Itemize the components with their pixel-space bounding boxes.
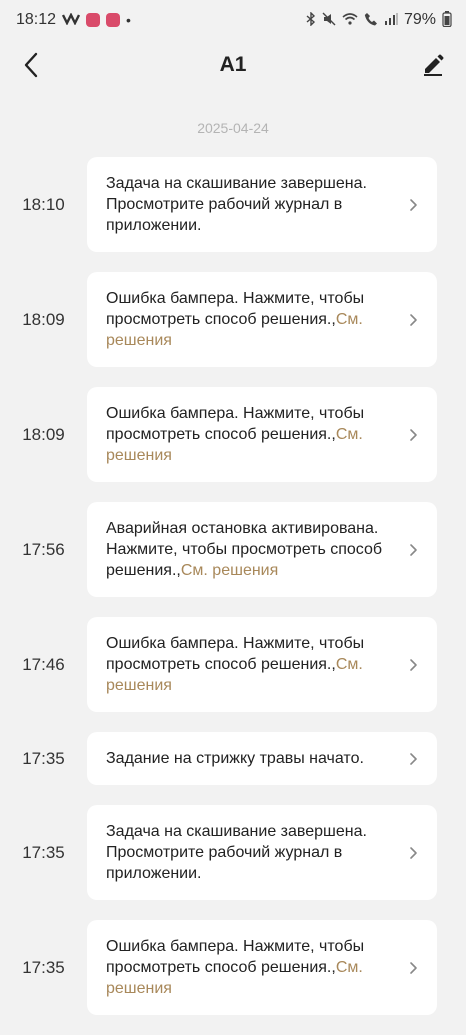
message-time: 17:46 bbox=[22, 654, 65, 674]
bluetooth-icon bbox=[306, 10, 316, 29]
wifi-icon bbox=[342, 12, 358, 28]
back-button[interactable] bbox=[16, 50, 46, 80]
message-row: 17:56 Аварийная остановка активирована. Н… bbox=[0, 502, 466, 597]
message-time: 17:56 bbox=[22, 539, 65, 559]
message-card[interactable]: Задача на скашивание завершена. Просмотр… bbox=[87, 157, 437, 252]
message-time: 17:35 bbox=[22, 748, 65, 768]
message-row: 17:35 Ошибка бампера. Нажмите, чтобы прос… bbox=[0, 920, 466, 1015]
message-text: Ошибка бампера. Нажмите, чтобы просмотре… bbox=[106, 938, 365, 976]
app-bar: A1 bbox=[0, 40, 466, 90]
more-notifications-dot: • bbox=[126, 12, 131, 28]
message-row: 18:09 Ошибка бампера. Нажмите, чтобы прос… bbox=[0, 272, 466, 367]
page-title: A1 bbox=[219, 53, 247, 76]
chevron-right-icon bbox=[410, 428, 417, 441]
instagram-notification-icon bbox=[86, 13, 101, 27]
message-card[interactable]: Аварийная остановка активирована. Нажмит… bbox=[87, 502, 437, 597]
status-bar-left: 18:12 • bbox=[16, 11, 131, 29]
pencil-icon bbox=[424, 54, 444, 76]
message-time: 17:35 bbox=[22, 842, 65, 862]
see-solutions-link[interactable]: См. решения bbox=[181, 562, 278, 579]
message-card[interactable]: Ошибка бампера. Нажмите, чтобы просмотре… bbox=[87, 617, 437, 712]
chevron-right-icon bbox=[410, 198, 417, 211]
chevron-right-icon bbox=[410, 961, 417, 974]
message-text: Задача на скашивание завершена. Просмотр… bbox=[106, 175, 367, 234]
wifi-calling-icon bbox=[364, 12, 378, 29]
message-text: Ошибка бампера. Нажмите, чтобы просмотре… bbox=[106, 405, 365, 443]
message-row: 18:09 Ошибка бампера. Нажмите, чтобы прос… bbox=[0, 387, 466, 482]
chevron-left-icon bbox=[24, 52, 38, 78]
mute-icon bbox=[322, 12, 336, 29]
message-list: 18:10 Задача на скашивание завершена. Про… bbox=[0, 157, 466, 1035]
message-row: 17:46 Ошибка бампера. Нажмите, чтобы прос… bbox=[0, 617, 466, 712]
signal-icon bbox=[384, 12, 398, 28]
message-time: 18:09 bbox=[22, 309, 65, 329]
chevron-right-icon bbox=[410, 846, 417, 859]
status-time: 18:12 bbox=[16, 11, 57, 28]
message-card[interactable]: Задание на стрижку травы начато. bbox=[87, 732, 437, 785]
date-separator: 2025-04-24 bbox=[197, 120, 269, 136]
message-text: Задача на скашивание завершена. Просмотр… bbox=[106, 823, 367, 882]
edit-button[interactable] bbox=[418, 50, 448, 80]
chevron-right-icon bbox=[410, 658, 417, 671]
battery-icon bbox=[442, 10, 452, 30]
message-time: 18:09 bbox=[22, 424, 65, 444]
message-row: 17:35 Задание на стрижку травы начато. bbox=[0, 732, 466, 785]
message-text: Задание на стрижку травы начато. bbox=[106, 750, 364, 767]
chevron-right-icon bbox=[410, 752, 417, 765]
message-time: 18:10 bbox=[22, 194, 65, 214]
chevron-right-icon bbox=[410, 543, 417, 556]
status-bar-right: 79% bbox=[306, 10, 452, 30]
message-card[interactable]: Ошибка бампера. Нажмите, чтобы просмотре… bbox=[87, 920, 437, 1015]
instagram-notification-icon-2 bbox=[106, 13, 121, 27]
message-row: 18:10 Задача на скашивание завершена. Про… bbox=[0, 157, 466, 252]
message-card[interactable]: Задача на скашивание завершена. Просмотр… bbox=[87, 805, 437, 900]
message-time: 17:35 bbox=[22, 957, 65, 977]
message-card[interactable]: Ошибка бампера. Нажмите, чтобы просмотре… bbox=[87, 272, 437, 367]
status-bar: 18:12 • 79% bbox=[0, 0, 466, 40]
battery-percentage: 79% bbox=[403, 11, 436, 28]
message-row: 17:35 Задача на скашивание завершена. Про… bbox=[0, 805, 466, 900]
notification-app-icon bbox=[61, 11, 81, 28]
message-text: Ошибка бампера. Нажмите, чтобы просмотре… bbox=[106, 635, 365, 673]
chevron-right-icon bbox=[410, 313, 417, 326]
message-card[interactable]: Ошибка бампера. Нажмите, чтобы просмотре… bbox=[87, 387, 437, 482]
message-text: Ошибка бампера. Нажмите, чтобы просмотре… bbox=[106, 290, 365, 328]
